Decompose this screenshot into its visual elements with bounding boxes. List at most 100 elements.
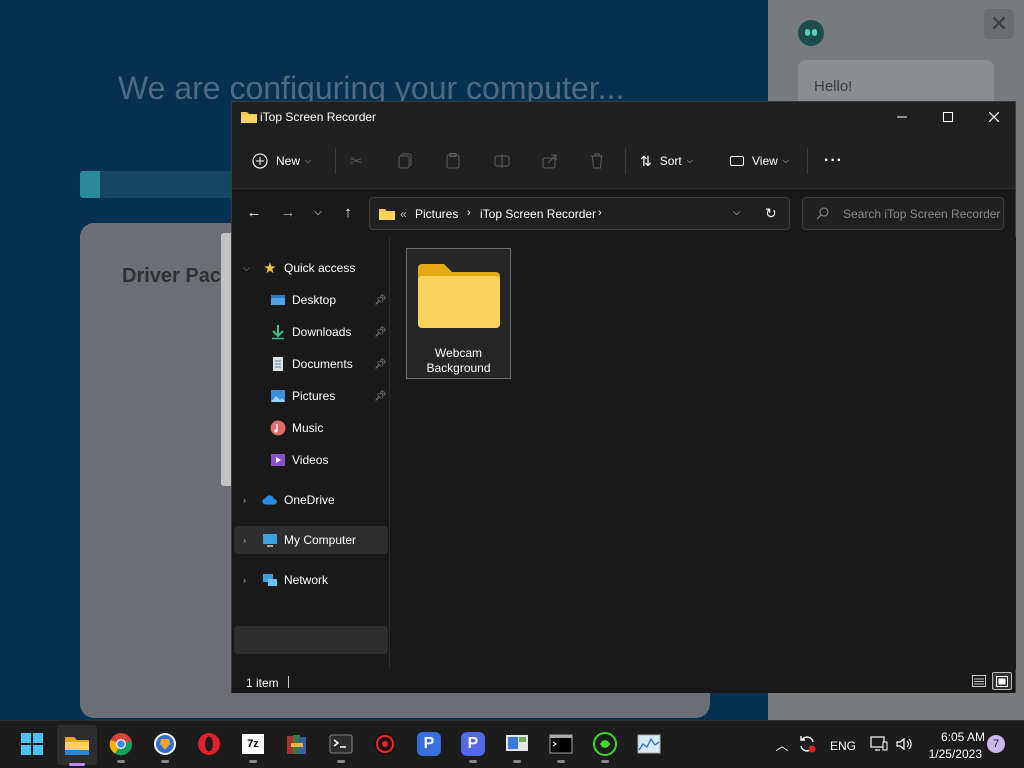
chevron-right-icon[interactable]: ›	[243, 575, 246, 585]
running-indicator	[513, 760, 521, 763]
pin-icon[interactable]: 📌︎	[374, 327, 387, 338]
chevron-right-icon[interactable]: ›	[243, 535, 246, 545]
folder-item[interactable]: Webcam Background	[406, 248, 511, 379]
pin-icon[interactable]: 📌︎	[374, 295, 387, 306]
title-bar[interactable]: iTop Screen Recorder	[232, 102, 1015, 132]
close-button[interactable]	[971, 102, 1017, 132]
breadcrumb-itop-screen-recorder[interactable]: iTop Screen Recorder	[480, 207, 596, 221]
taskbar-resource-monitor[interactable]	[634, 729, 664, 759]
sidebar-item-network[interactable]: › Network	[234, 566, 388, 594]
taskbar-7zip[interactable]: 7z	[238, 729, 268, 763]
sidebar-item-downloads[interactable]: Downloads 📌︎	[234, 318, 388, 346]
notification-badge[interactable]: 7	[987, 735, 1005, 753]
taskbar-cmd[interactable]	[546, 729, 576, 763]
breadcrumb-separator-icon[interactable]: ›	[598, 207, 602, 219]
view-button[interactable]: View ⌵	[730, 150, 789, 172]
new-button[interactable]: New ⌵	[252, 150, 311, 172]
tray-volume[interactable]	[892, 729, 916, 759]
scissors-icon: ✂	[350, 153, 363, 170]
file-list-pane[interactable]: Webcam Background	[391, 237, 1016, 669]
status-divider	[288, 676, 289, 688]
desktop-icon	[271, 295, 285, 305]
recent-locations-button[interactable]: ⌵	[308, 203, 328, 223]
tray-network[interactable]	[866, 729, 892, 759]
taskbar-p-app-2[interactable]: P	[458, 729, 488, 763]
sort-button[interactable]: ⇅ Sort ⌵	[640, 150, 693, 172]
folder-name-line: Background	[426, 361, 491, 375]
cut-button[interactable]: ✂	[350, 150, 363, 172]
taskbar-razer[interactable]	[590, 729, 620, 763]
chevron-down-icon[interactable]: ⌵	[243, 263, 250, 274]
p-app-icon: P	[461, 732, 485, 756]
chevron-right-icon[interactable]: ›	[243, 495, 246, 505]
language-indicator[interactable]: ENG	[830, 739, 856, 753]
sort-label: Sort	[659, 154, 682, 168]
details-view-button[interactable]	[969, 672, 989, 690]
large-icons-view-button[interactable]	[992, 672, 1012, 690]
breadcrumb-pictures[interactable]: Pictures	[415, 207, 458, 221]
address-bar[interactable]: « Pictures › iTop Screen Recorder › ⌵ ↻	[369, 197, 790, 230]
delete-button[interactable]	[590, 150, 604, 172]
search-input[interactable]: Search iTop Screen Recorder	[843, 207, 1000, 221]
sidebar-item-label: Pictures	[292, 389, 336, 403]
p-app-icon: P	[417, 732, 441, 756]
sidebar-item-documents[interactable]: Documents 📌︎	[234, 350, 388, 378]
sidebar-item-label: Videos	[292, 453, 329, 467]
taskbar-opera[interactable]	[194, 729, 224, 759]
taskbar-p-app-1[interactable]: P	[414, 729, 444, 759]
sidebar-item-quick-access[interactable]: ⌵ ★ Quick access	[234, 254, 388, 282]
taskbar-terminal[interactable]	[326, 729, 356, 763]
more-options-button[interactable]: ···	[824, 150, 843, 172]
sidebar-item-pictures[interactable]: Pictures 📌︎	[234, 382, 388, 410]
file-explorer-window: iTop Screen Recorder New ⌵ ✂ ⇅ Sort ⌵ View…	[231, 101, 1016, 693]
show-hidden-icons-button[interactable]: ︿	[771, 729, 793, 759]
pin-icon[interactable]: 📌︎	[374, 391, 387, 402]
taskbar-file-explorer[interactable]	[57, 725, 97, 766]
sidebar-item-desktop[interactable]: Desktop 📌︎	[234, 286, 388, 314]
more-icon: ···	[824, 152, 843, 169]
rename-icon	[494, 154, 510, 168]
chat-close-button[interactable]: ✕	[984, 9, 1014, 39]
minimize-button[interactable]	[879, 102, 925, 132]
rename-button[interactable]	[494, 150, 510, 172]
chevron-down-icon[interactable]: ⌵	[733, 207, 741, 218]
running-indicator	[601, 760, 609, 763]
breadcrumb-separator-icon[interactable]: ›	[467, 207, 471, 219]
sidebar-item-my-computer[interactable]: › My Computer	[234, 526, 388, 554]
active-indicator	[69, 763, 85, 766]
taskbar-winrar[interactable]	[282, 729, 312, 759]
pin-icon[interactable]: 📌︎	[374, 359, 387, 370]
forward-button[interactable]: →	[278, 203, 298, 223]
search-box[interactable]: Search iTop Screen Recorder	[802, 197, 1004, 230]
clock-date[interactable]: 1/25/2023	[920, 747, 982, 761]
sidebar-item-label: Quick access	[284, 261, 356, 275]
paste-button[interactable]	[446, 150, 460, 172]
minimize-icon	[897, 116, 907, 118]
sidebar-item-label: My Computer	[284, 533, 357, 547]
status-bar: 1 item	[232, 669, 1015, 693]
taskbar-remote-desktop[interactable]	[502, 729, 532, 763]
sidebar-item-label: OneDrive	[284, 493, 335, 507]
refresh-icon[interactable]: ↻	[765, 205, 777, 222]
taskbar-brave[interactable]	[150, 729, 180, 763]
taskbar-chrome[interactable]	[106, 729, 136, 763]
star-icon: ★	[263, 260, 277, 277]
taskbar-davinci[interactable]	[370, 729, 400, 759]
folder-icon	[379, 209, 395, 220]
sidebar-item-videos[interactable]: Videos	[234, 446, 388, 474]
up-button[interactable]: ↑	[338, 203, 358, 223]
clock-time[interactable]: 6:05 AM	[925, 730, 985, 744]
share-button[interactable]	[542, 150, 558, 172]
copy-button[interactable]	[398, 150, 412, 172]
breadcrumb-overflow[interactable]: «	[400, 207, 407, 221]
toolbar-divider	[335, 148, 336, 174]
sidebar-item-music[interactable]: Music	[234, 414, 388, 442]
start-button[interactable]	[17, 729, 47, 759]
maximize-button[interactable]	[925, 102, 971, 132]
brave-browser-icon	[154, 733, 176, 755]
sidebar-item-onedrive[interactable]: › OneDrive	[234, 486, 388, 514]
davinci-resolve-icon	[374, 733, 396, 755]
tray-sync[interactable]	[795, 729, 819, 759]
back-button[interactable]: ←	[244, 203, 264, 223]
sidebar-item-label: Music	[292, 421, 324, 435]
